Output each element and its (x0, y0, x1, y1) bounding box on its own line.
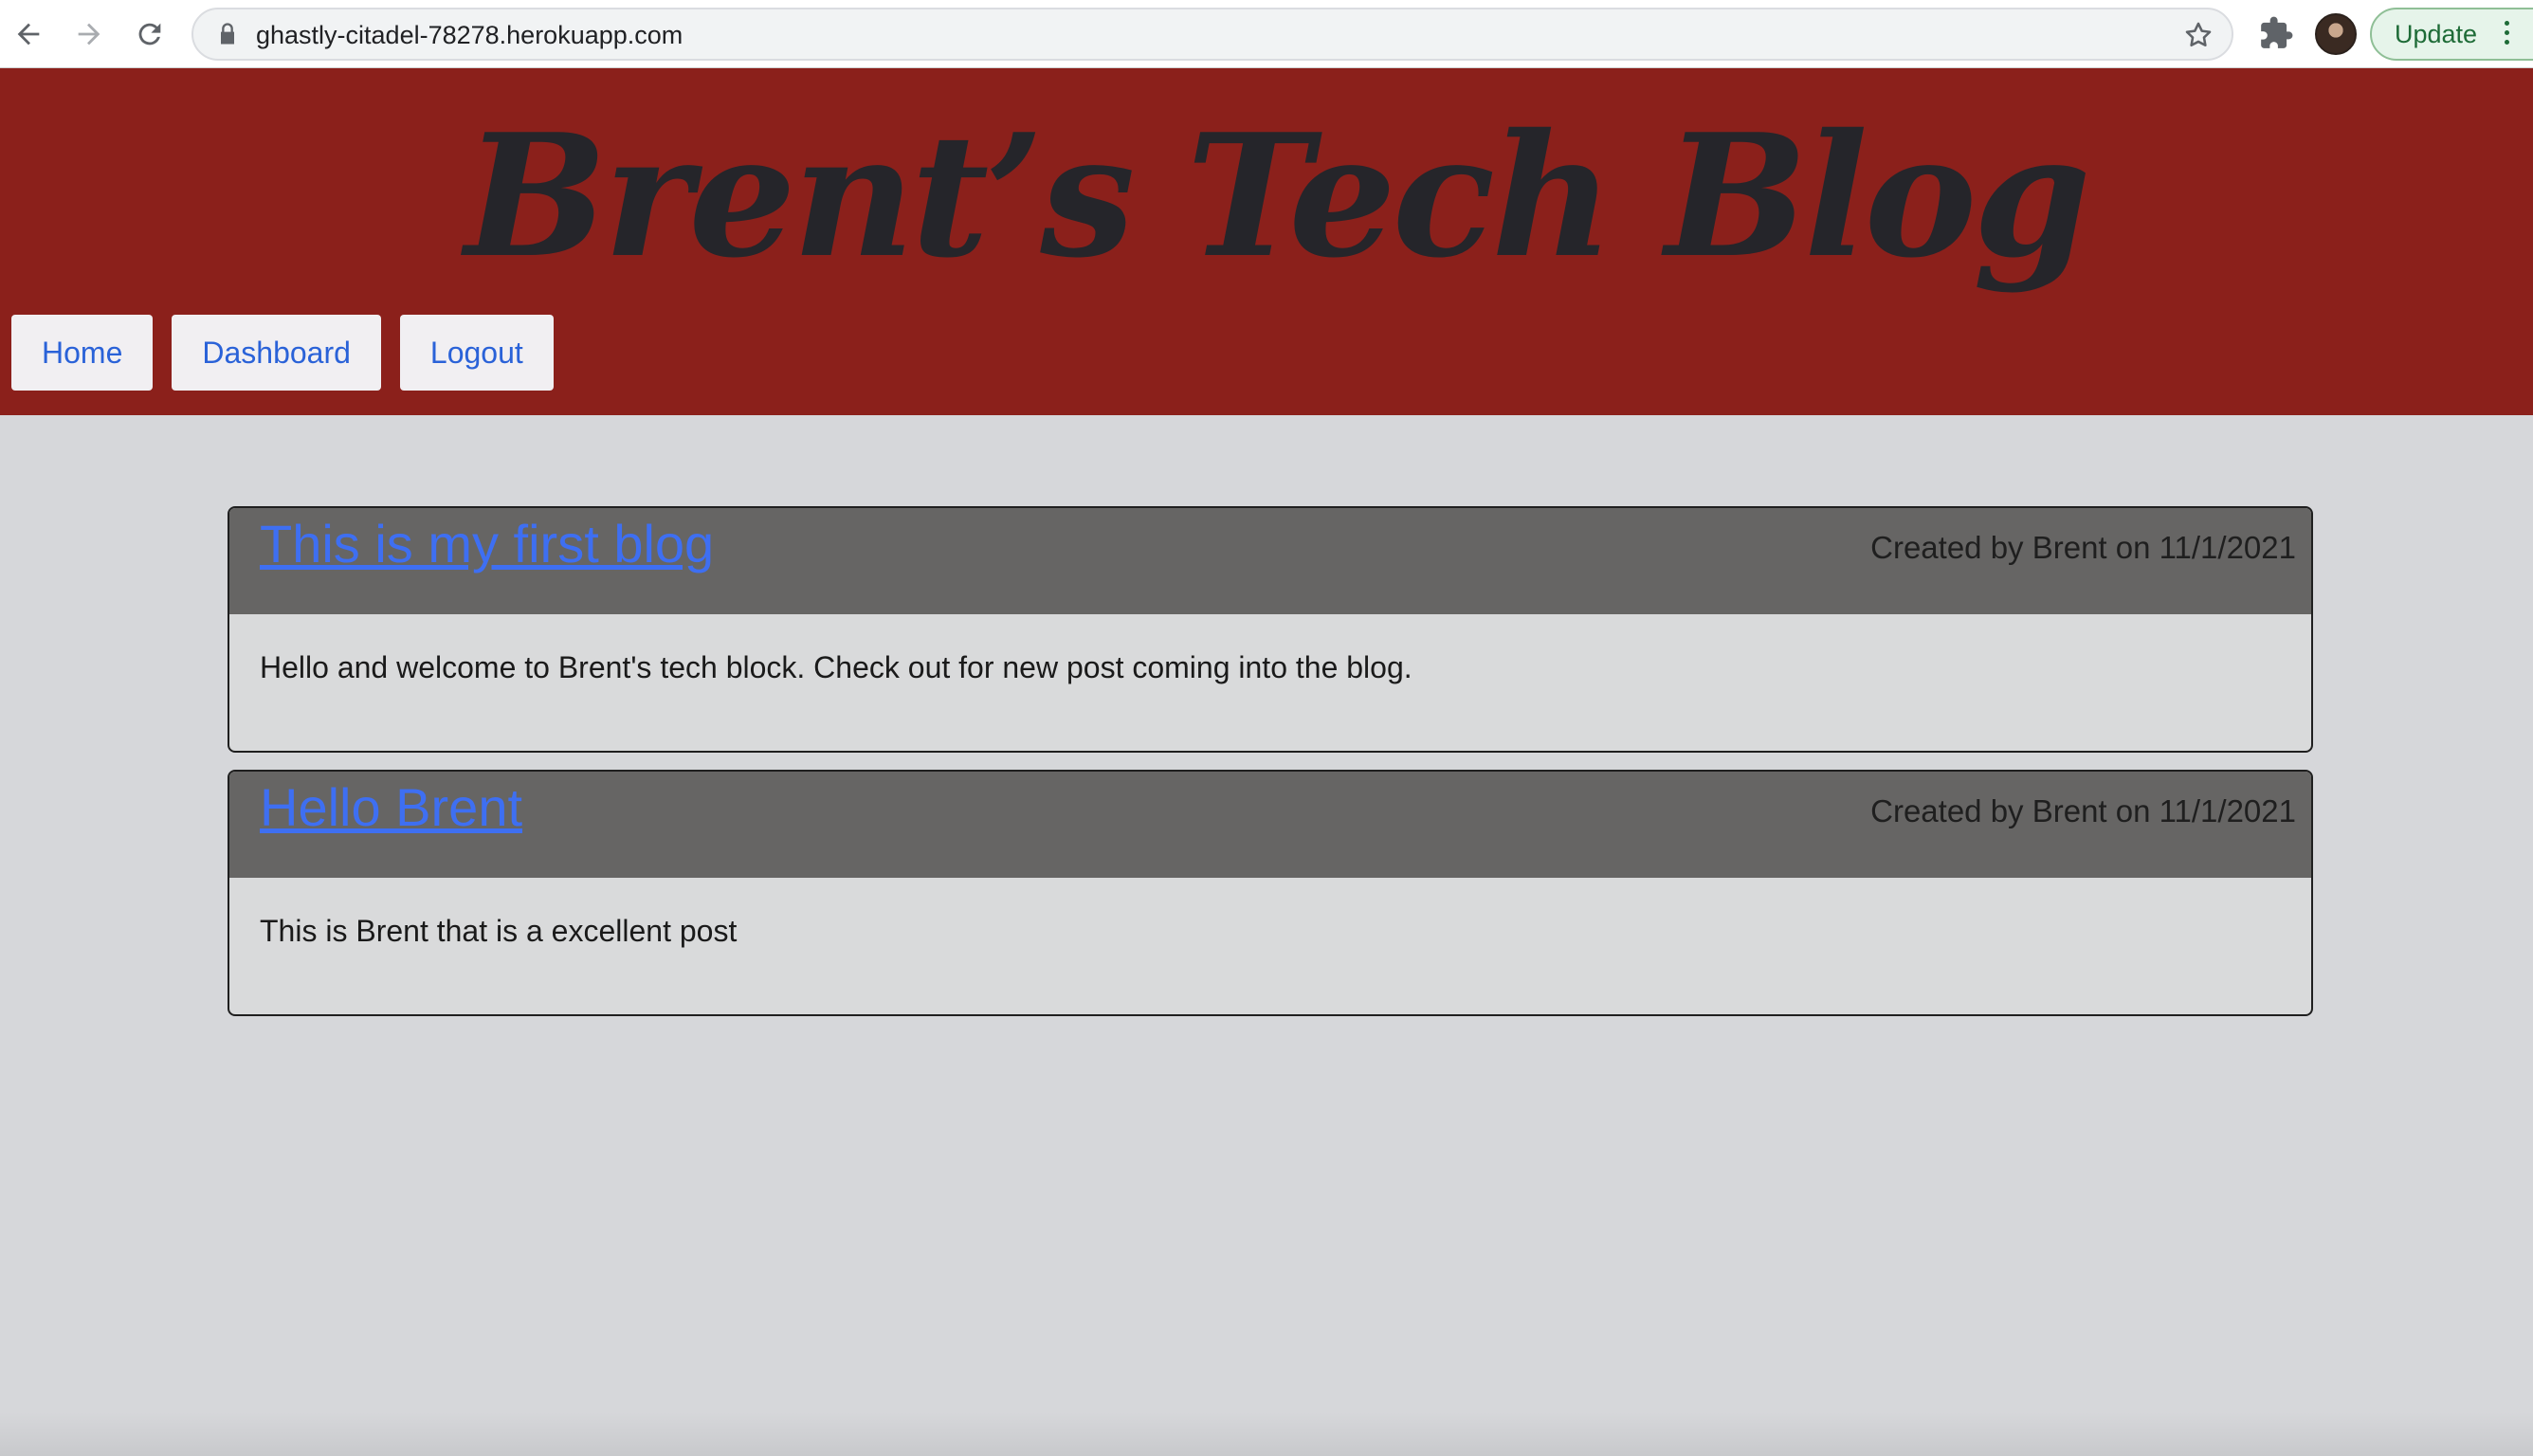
lock-icon (221, 23, 234, 45)
post-header: Hello Brent Created by Brent on 11/1/202… (229, 772, 2311, 878)
address-bar[interactable]: ghastly-citadel-78278.herokuapp.com (191, 8, 2233, 61)
post-meta: Created by Brent on 11/1/2021 (1870, 793, 2296, 828)
post-header: This is my first blog Created by Brent o… (229, 508, 2311, 614)
star-icon[interactable] (2182, 19, 2214, 51)
post-meta: Created by Brent on 11/1/2021 (1870, 530, 2296, 565)
profile-avatar[interactable] (2315, 13, 2357, 55)
reload-icon[interactable] (129, 13, 171, 55)
nav-dashboard-link[interactable]: Dashboard (172, 315, 381, 391)
forward-arrow-icon[interactable] (68, 13, 110, 55)
post-list: This is my first blog Created by Brent o… (228, 506, 2313, 1033)
post-body: Hello and welcome to Brent's tech block.… (260, 650, 1412, 684)
bottom-shadow (0, 1412, 2533, 1456)
browser-toolbar: ghastly-citadel-78278.herokuapp.com Upda… (0, 0, 2533, 68)
post-title-link[interactable]: Hello Brent (260, 772, 522, 844)
back-arrow-icon[interactable] (8, 13, 49, 55)
post-card: This is my first blog Created by Brent o… (228, 506, 2313, 753)
kebab-menu-icon[interactable] (2505, 21, 2510, 49)
update-button[interactable]: Update (2370, 8, 2533, 61)
nav-home-link[interactable]: Home (11, 315, 154, 391)
nav-logout-link[interactable]: Logout (399, 315, 554, 391)
url-text[interactable]: ghastly-citadel-78278.herokuapp.com (256, 19, 683, 51)
header-nav: Home Dashboard Logout (11, 315, 554, 391)
site-title: Brent’s Tech Blog (465, 97, 2091, 295)
site-header: Brent’s Tech Blog Home Dashboard Logout (0, 68, 2533, 415)
post-body: This is Brent that is a excellent post (260, 914, 738, 948)
extensions-icon[interactable] (2258, 15, 2294, 51)
update-label: Update (2395, 20, 2478, 48)
post-title-link[interactable]: This is my first blog (260, 508, 714, 580)
post-card: Hello Brent Created by Brent on 11/1/202… (228, 770, 2313, 1016)
